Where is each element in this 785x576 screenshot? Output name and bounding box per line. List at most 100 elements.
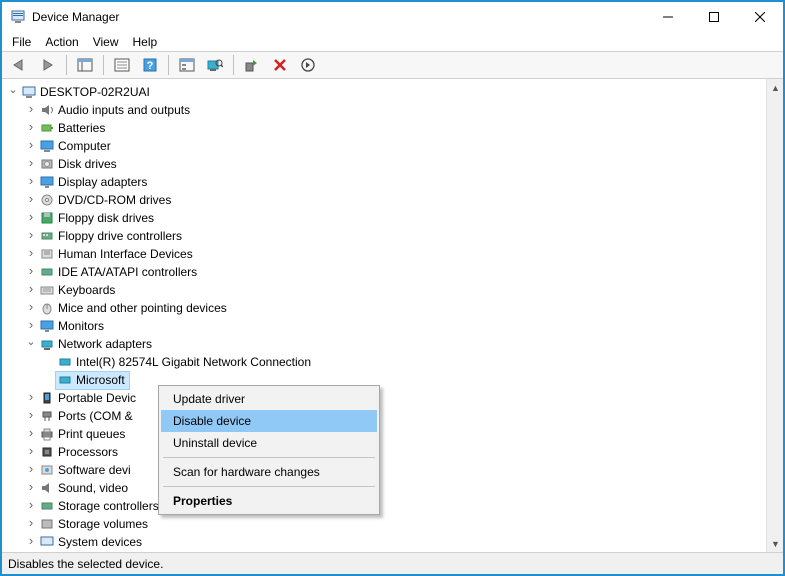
keyboard-icon [39, 282, 55, 298]
expand-icon[interactable] [24, 155, 38, 173]
expand-icon[interactable] [24, 281, 38, 299]
menu-bar: File Action View Help [2, 32, 783, 51]
vertical-scrollbar[interactable]: ▲ ▼ [766, 79, 783, 552]
enable-device-button[interactable] [240, 54, 264, 76]
root-label: DESKTOP-02R2UAI [39, 83, 150, 101]
help-button[interactable]: ? [138, 54, 162, 76]
ctx-separator [163, 486, 375, 487]
scroll-up-button[interactable]: ▲ [767, 79, 783, 96]
computer-icon [21, 84, 37, 100]
expand-icon[interactable] [24, 461, 38, 479]
expand-icon[interactable] [24, 443, 38, 461]
tree-category-network[interactable]: Network adapters [6, 335, 766, 353]
tree-category[interactable]: Print queues [6, 425, 766, 443]
menu-action[interactable]: Action [45, 35, 78, 49]
expand-icon[interactable] [24, 479, 38, 497]
ide-icon [39, 264, 55, 280]
expand-icon[interactable] [24, 173, 38, 191]
expand-icon[interactable] [24, 389, 38, 407]
ctx-update-driver[interactable]: Update driver [161, 388, 377, 410]
tree-category[interactable]: Monitors [6, 317, 766, 335]
ctx-disable-device[interactable]: Disable device [161, 410, 377, 432]
ctx-uninstall-device[interactable]: Uninstall device [161, 432, 377, 454]
expand-icon[interactable] [24, 497, 38, 515]
tree-category[interactable]: DVD/CD-ROM drives [6, 191, 766, 209]
tree-category[interactable]: Audio inputs and outputs [6, 101, 766, 119]
tree-category[interactable]: Floppy disk drives [6, 209, 766, 227]
audio-icon [39, 102, 55, 118]
software-icon [39, 462, 55, 478]
menu-view[interactable]: View [93, 35, 119, 49]
ctx-scan-hardware[interactable]: Scan for hardware changes [161, 461, 377, 483]
expand-icon[interactable] [24, 101, 38, 119]
mouse-icon [39, 300, 55, 316]
network-adapter-icon [57, 354, 73, 370]
tree-category[interactable]: Processors [6, 443, 766, 461]
expand-icon[interactable] [24, 425, 38, 443]
printer-icon [39, 426, 55, 442]
tree-category[interactable]: Floppy drive controllers [6, 227, 766, 245]
network-adapter-icon [57, 372, 73, 388]
properties-button[interactable] [110, 54, 134, 76]
computer-icon [39, 138, 55, 154]
show-hide-tree-button[interactable] [73, 54, 97, 76]
tree-category[interactable]: Storage volumes [6, 515, 766, 533]
content-area: DESKTOP-02R2UAI Audio inputs and outputs… [2, 79, 783, 553]
tree-category[interactable]: Sound, video [6, 479, 766, 497]
expand-icon[interactable] [24, 299, 38, 317]
expand-icon[interactable] [24, 245, 38, 263]
toolbar: ? [2, 51, 783, 79]
tree-category[interactable]: System devices [6, 533, 766, 551]
close-button[interactable] [737, 2, 783, 32]
expand-icon[interactable] [24, 335, 38, 353]
disable-device-button[interactable] [296, 54, 320, 76]
tree-category[interactable]: Disk drives [6, 155, 766, 173]
device-item-selected[interactable]: Microsoft [6, 371, 766, 389]
tree-category[interactable]: Keyboards [6, 281, 766, 299]
menu-file[interactable]: File [12, 35, 31, 49]
ctx-properties[interactable]: Properties [161, 490, 377, 512]
tree-category[interactable]: Batteries [6, 119, 766, 137]
tree-root[interactable]: DESKTOP-02R2UAI [6, 83, 766, 101]
svg-text:?: ? [147, 60, 154, 72]
tree-category[interactable]: Software devi [6, 461, 766, 479]
expand-icon[interactable] [24, 191, 38, 209]
expand-icon[interactable] [6, 83, 20, 101]
expand-icon[interactable] [24, 515, 38, 533]
menu-help[interactable]: Help [133, 35, 158, 49]
expand-icon[interactable] [24, 227, 38, 245]
tree-category[interactable]: Ports (COM & [6, 407, 766, 425]
maximize-button[interactable] [691, 2, 737, 32]
app-icon [10, 9, 26, 25]
expand-icon[interactable] [24, 533, 38, 551]
floppy-icon [39, 210, 55, 226]
uninstall-button[interactable] [268, 54, 292, 76]
scroll-down-button[interactable]: ▼ [767, 535, 783, 552]
minimize-button[interactable] [645, 2, 691, 32]
tree-category[interactable]: Portable Devic [6, 389, 766, 407]
tree-category[interactable]: Display adapters [6, 173, 766, 191]
expand-icon[interactable] [24, 407, 38, 425]
expand-icon[interactable] [24, 119, 38, 137]
tree-category[interactable]: Mice and other pointing devices [6, 299, 766, 317]
tree-category[interactable]: IDE ATA/ATAPI controllers [6, 263, 766, 281]
tree-category[interactable]: Storage controllers [6, 497, 766, 515]
expand-icon[interactable] [24, 209, 38, 227]
device-item[interactable]: Intel(R) 82574L Gigabit Network Connecti… [6, 353, 766, 371]
device-tree[interactable]: DESKTOP-02R2UAI Audio inputs and outputs… [2, 79, 766, 552]
tree-category[interactable]: Human Interface Devices [6, 245, 766, 263]
forward-button[interactable] [36, 54, 60, 76]
status-text: Disables the selected device. [8, 557, 163, 571]
monitor-icon [39, 318, 55, 334]
legacy-view-button[interactable] [175, 54, 199, 76]
storage-volume-icon [39, 516, 55, 532]
expand-icon[interactable] [24, 263, 38, 281]
toolbar-separator [66, 55, 67, 75]
title-bar: Device Manager [2, 2, 783, 32]
window-title: Device Manager [32, 10, 645, 24]
tree-category[interactable]: Computer [6, 137, 766, 155]
back-button[interactable] [8, 54, 32, 76]
scan-hardware-button[interactable] [203, 54, 227, 76]
expand-icon[interactable] [24, 137, 38, 155]
toolbar-separator [233, 55, 234, 75]
